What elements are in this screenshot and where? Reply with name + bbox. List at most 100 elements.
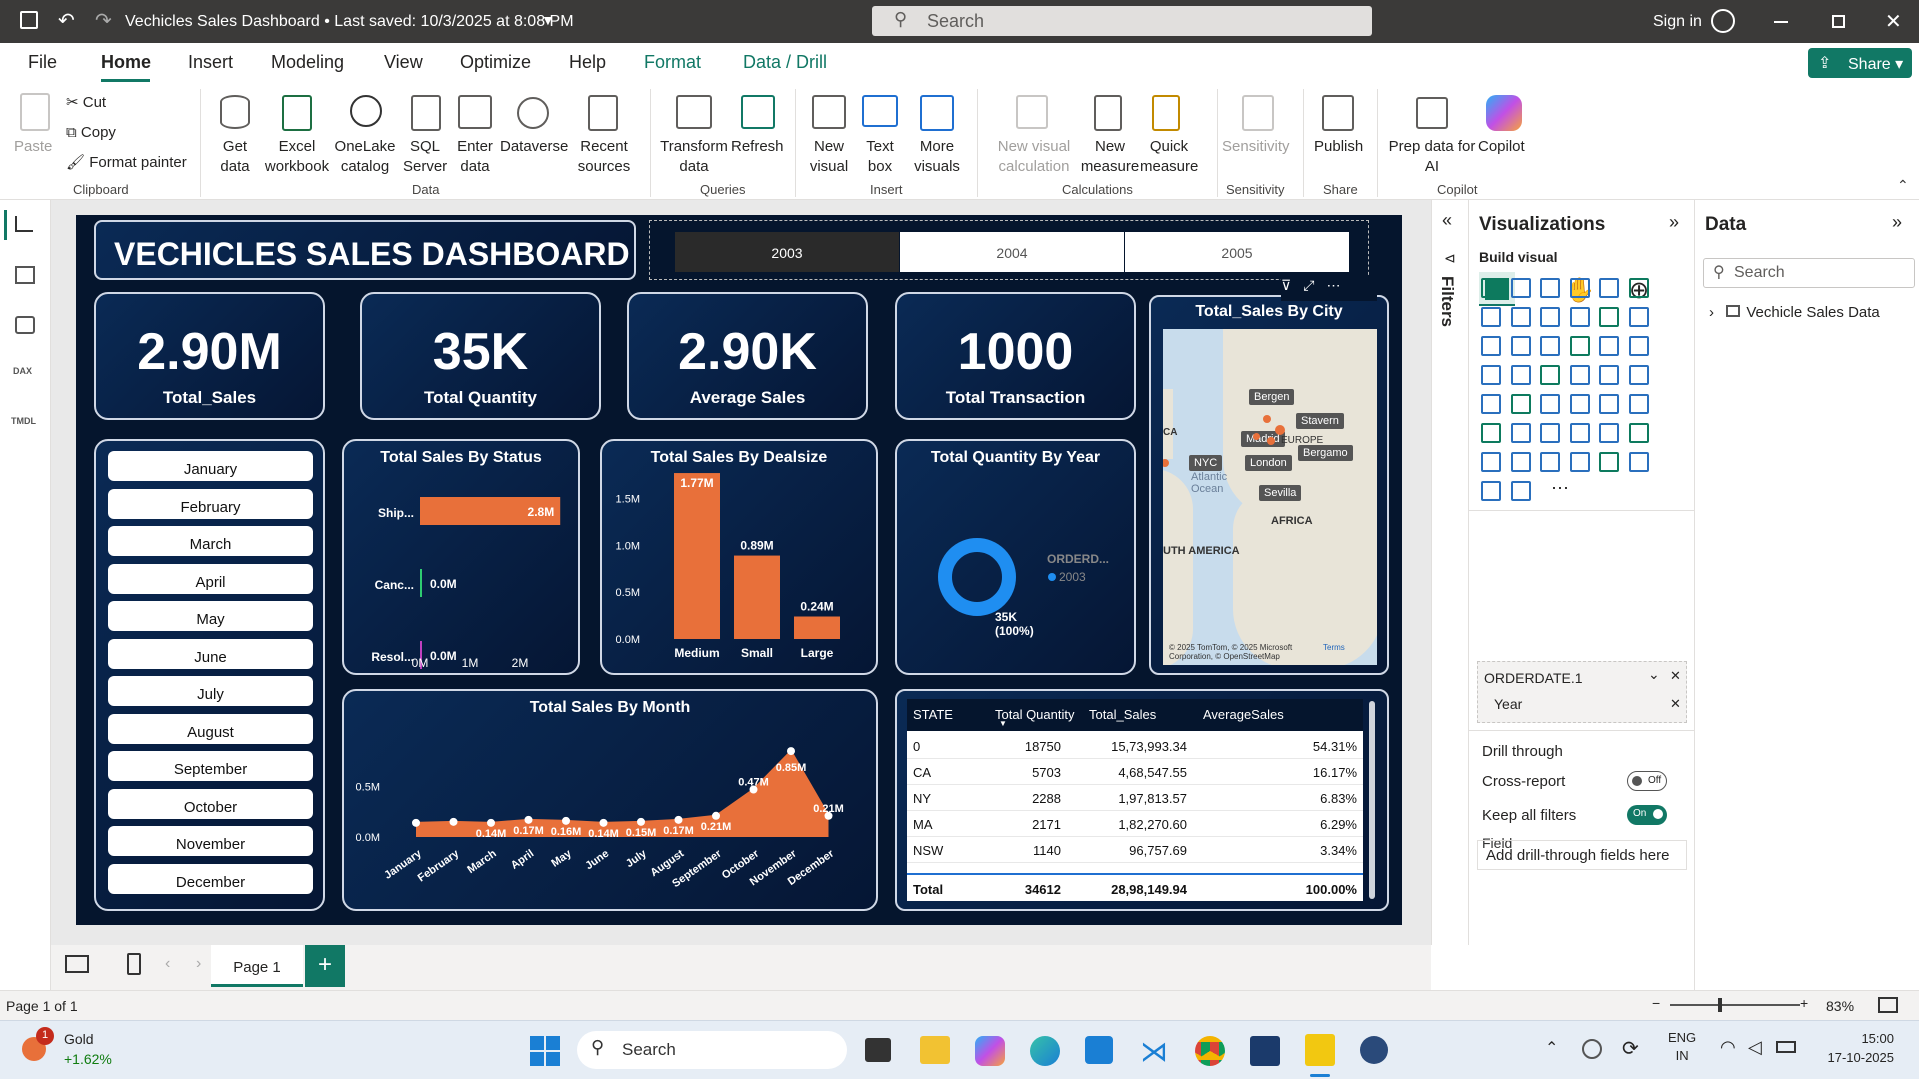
visual-type-icon[interactable] [1481,394,1501,414]
table-tree-item[interactable]: › Vechicle Sales Data [1709,304,1880,321]
next-page-icon[interactable]: › [196,955,201,973]
cut-button[interactable]: ✂ Cut [66,93,106,113]
transform-data-button[interactable]: Transform data [658,137,730,177]
filters-pane-collapsed[interactable]: « ⊲ Filters [1431,200,1469,945]
menu-home[interactable]: Home [101,52,151,73]
menu-help[interactable]: Help [569,52,606,73]
visual-type-icon[interactable] [1510,336,1531,356]
share-button[interactable]: ⇪ Share ▾ [1808,48,1912,78]
month-button[interactable]: November [108,826,313,856]
language-indicator[interactable]: ENG IN [1668,1029,1696,1065]
visual-type-icon[interactable] [1569,394,1590,414]
prep-data-ai-button[interactable]: Prep data for AI [1388,137,1476,177]
visual-type-icon[interactable] [1599,278,1619,298]
year-button-2004[interactable]: 2004 [900,232,1124,272]
year-button-2005[interactable]: 2005 [1125,232,1349,272]
visual-type-icon[interactable] [1628,394,1649,414]
get-data-button[interactable]: Get data [214,137,256,177]
column-header[interactable]: Total Quantity [995,707,1075,722]
visual-type-icon[interactable] [1481,307,1501,327]
zoom-slider-thumb[interactable] [1718,998,1722,1012]
pycharm-icon[interactable] [1250,1036,1280,1066]
remove-field-icon[interactable]: ✕ [1670,668,1681,684]
chevron-down-icon[interactable]: ⌄ [1648,666,1660,683]
month-button[interactable]: December [108,863,313,894]
zoom-out-icon[interactable]: − [1652,995,1660,1011]
menu-format[interactable]: Format [644,52,701,73]
focus-mode-icon[interactable]: ⤢ [1303,277,1326,293]
powerbi-icon[interactable] [1305,1034,1335,1066]
map-terms-link[interactable]: Terms [1323,643,1345,652]
drill-drop-zone[interactable]: Add drill-through fields here [1477,840,1687,870]
year-button-2003[interactable]: 2003 [675,232,899,272]
month-button[interactable]: August [108,713,313,744]
visual-type-icon[interactable] [1540,365,1560,385]
menu-view[interactable]: View [384,52,423,73]
visual-type-icon[interactable] [1481,336,1501,356]
report-view-icon[interactable] [4,210,7,240]
visual-type-icon[interactable] [1628,365,1649,385]
onelake-catalog-button[interactable]: OneLake catalog [332,137,398,177]
year-slicer[interactable]: 2003 2004 2005 [649,220,1369,280]
publish-button[interactable]: Publish [1314,137,1363,157]
keep-filters-toggle[interactable]: On [1627,805,1667,825]
clock[interactable]: 15:00 17-10-2025 [1812,1029,1895,1067]
zoom-slider[interactable] [1670,998,1800,1012]
menu-optimize[interactable]: Optimize [460,52,531,73]
visual-type-icon[interactable] [1569,365,1590,385]
copilot-button[interactable]: Copilot [1478,137,1525,157]
filter-icon[interactable]: ⊽ [1281,277,1303,293]
visual-type-icon[interactable] [1481,452,1501,472]
prev-page-icon[interactable]: ‹ [165,955,170,973]
visual-type-icon[interactable] [1599,423,1619,443]
visual-type-icon[interactable] [1481,481,1501,501]
copilot-taskbar-icon[interactable] [975,1036,1005,1066]
text-box-button[interactable]: Text box [858,137,902,177]
sql-server-button[interactable]: SQL Server [403,137,447,177]
windows-start-icon[interactable] [530,1036,560,1066]
visual-type-icon[interactable] [1599,307,1619,327]
visual-type-icon[interactable] [1569,452,1590,472]
remove-sub-icon[interactable]: ✕ [1670,696,1681,712]
sign-in-link[interactable]: Sign in [1653,13,1702,31]
desktop-layout-icon[interactable] [65,955,89,973]
volume-icon[interactable]: ◁ [1748,1037,1762,1058]
visual-type-icon[interactable] [1481,365,1501,385]
expand-filters-icon[interactable]: « [1442,210,1452,231]
visual-type-icon[interactable] [1599,365,1619,385]
visual-type-icon[interactable] [1481,278,1501,298]
month-button[interactable]: January [108,451,313,481]
visual-type-icon[interactable] [1510,394,1531,414]
map-canvas[interactable]: Bergen Stavern Madrid EUROPE Bergamo NYC… [1163,329,1377,665]
gold-widget[interactable]: 1 Gold +1.62% [22,1027,122,1071]
visual-type-icon[interactable] [1628,336,1649,356]
format-painter-button[interactable]: 🖌 Format painter [66,153,187,173]
quick-measure-button[interactable]: Quick measure [1140,137,1198,177]
model-view-icon[interactable] [15,316,35,334]
visual-type-icon[interactable] [1628,452,1649,472]
undo-icon[interactable]: ↶ [58,8,75,33]
cross-report-toggle[interactable]: Off [1627,771,1667,791]
visual-type-icon[interactable] [1569,307,1590,327]
column-header[interactable]: STATE [913,707,953,722]
dataverse-button[interactable]: Dataverse [500,137,568,157]
fit-page-icon[interactable] [1878,997,1898,1013]
month-button[interactable]: March [108,526,313,556]
edge-icon[interactable] [1030,1036,1060,1066]
taskbar-search[interactable]: ⚲ Search [577,1031,847,1069]
refresh-button[interactable]: Refresh [731,137,784,157]
add-page-button[interactable]: + [305,945,345,987]
store-icon[interactable] [1085,1036,1113,1064]
visual-type-icon[interactable] [1540,307,1560,327]
month-button[interactable]: June [108,638,313,669]
app-icon[interactable] [1360,1036,1388,1064]
visual-type-icon[interactable] [1569,278,1590,298]
visual-type-icon[interactable] [1481,423,1501,443]
chrome-icon[interactable] [1195,1036,1225,1066]
new-measure-button[interactable]: New measure [1080,137,1140,177]
battery-icon[interactable] [1776,1041,1796,1053]
file-explorer-icon[interactable] [920,1036,950,1064]
collapse-viz-icon[interactable]: » [1669,212,1679,233]
visual-type-icon[interactable] [1599,394,1619,414]
vscode-icon[interactable]: ⋊ [1140,1035,1168,1068]
